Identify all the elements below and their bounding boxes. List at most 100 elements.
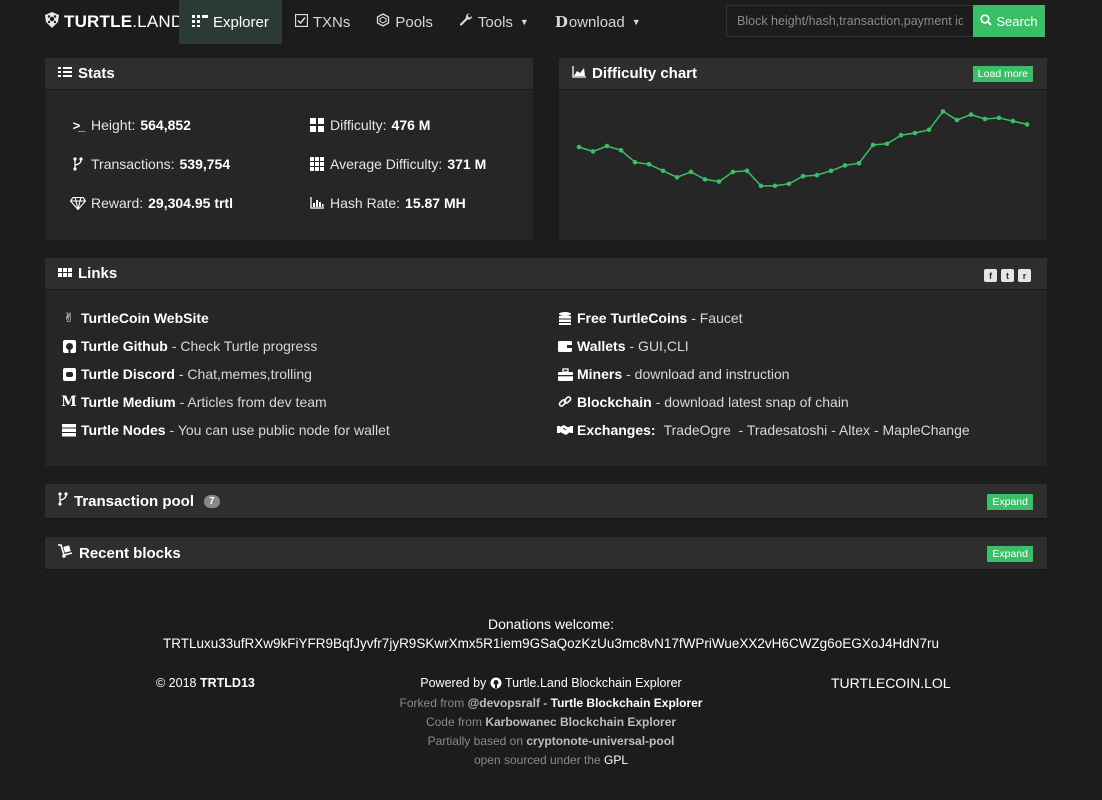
difficulty-point[interactable] <box>576 144 582 150</box>
link-desc: - download and instruction <box>626 366 790 382</box>
link-turtle-medium[interactable]: M Turtle Medium - Articles from dev team <box>61 394 326 410</box>
link-turtle-github[interactable]: Turtle Github - Check Turtle progress <box>61 338 317 354</box>
link-blockchain[interactable]: Blockchain - download latest snap of cha… <box>557 394 849 410</box>
search-button-label: Search <box>996 13 1038 29</box>
nav-tools[interactable]: Tools ▼ <box>446 0 542 44</box>
link-desc: - Chat,memes,trolling <box>178 366 312 382</box>
partially-link[interactable]: cryptonote-universal-pool <box>526 734 674 748</box>
difficulty-point[interactable] <box>996 115 1002 121</box>
code-from-link[interactable]: Karbowanec Blockchain Explorer <box>485 715 676 729</box>
difficulty-point[interactable] <box>940 109 946 114</box>
difficulty-point[interactable] <box>688 169 694 175</box>
th-large-icon <box>309 118 325 132</box>
difficulty-point[interactable] <box>618 148 624 153</box>
difficulty-point[interactable] <box>898 132 904 138</box>
difficulty-point[interactable] <box>772 183 778 189</box>
link-title: Turtle Nodes <box>81 422 166 438</box>
link-icon <box>557 395 573 409</box>
nav-explorer-label: Explorer <box>213 13 269 31</box>
nav-pools[interactable]: Pools <box>363 0 446 44</box>
load-more-button[interactable]: Load more <box>972 66 1033 82</box>
link-desc: - You can use public node for wallet <box>169 422 390 438</box>
difficulty-point[interactable] <box>1010 118 1016 124</box>
difficulty-point[interactable] <box>926 127 932 133</box>
difficulty-point[interactable] <box>856 160 862 166</box>
transaction-pool-title: Transaction pool <box>74 492 195 510</box>
difficulty-point[interactable] <box>730 169 736 175</box>
reddit-icon[interactable]: r <box>1018 269 1031 282</box>
license-label: open sourced under the <box>473 753 601 767</box>
difficulty-point[interactable] <box>800 173 806 179</box>
difficulty-point[interactable] <box>590 149 596 154</box>
link-title: Turtle Medium <box>81 394 176 410</box>
difficulty-point[interactable] <box>954 117 960 123</box>
difficulty-point[interactable] <box>604 143 610 149</box>
difficulty-point[interactable] <box>912 130 918 136</box>
difficulty-point[interactable] <box>814 172 820 178</box>
nav-download[interactable]: D ownload ▼ <box>542 0 654 44</box>
difficulty-point[interactable] <box>646 162 652 167</box>
link-title: Miners <box>577 366 623 382</box>
forked-user-link[interactable]: @devopsralf <box>468 696 540 710</box>
stat-difficulty-label: Difficulty: <box>330 117 387 133</box>
difficulty-point[interactable] <box>870 142 876 148</box>
expand-pool-button[interactable]: Expand <box>987 494 1033 510</box>
difficulty-point[interactable] <box>884 141 890 147</box>
stat-reward-value: 29,304.95 trtl <box>148 195 233 211</box>
difficulty-point[interactable] <box>716 179 722 184</box>
license-link[interactable]: GPL <box>604 753 628 767</box>
difficulty-point[interactable] <box>758 183 764 189</box>
coins-icon <box>557 311 573 325</box>
link-desc: - GUI,CLI <box>629 338 689 354</box>
difficulty-point[interactable] <box>982 116 988 122</box>
nav-txns[interactable]: TXNs <box>282 0 364 44</box>
stat-avg-difficulty: Average Difficulty: 371 M <box>309 156 486 172</box>
link-desc: - download latest snap of chain <box>655 394 849 410</box>
code-fork-icon <box>70 157 86 171</box>
difficulty-point[interactable] <box>744 168 750 174</box>
powered-by-link[interactable]: Turtle.Land Blockchain Explorer <box>505 676 682 690</box>
link-exchanges[interactable]: Exchanges: TradeOgre - Tradesatoshi - Al… <box>557 422 970 438</box>
nav-pools-label: Pools <box>395 13 433 31</box>
search-button[interactable]: Search <box>973 5 1045 37</box>
powered-by-label: Powered by <box>420 676 487 690</box>
difficulty-point[interactable] <box>660 168 666 174</box>
nav-explorer[interactable]: Explorer <box>179 0 282 44</box>
difficulty-point[interactable] <box>1024 122 1030 127</box>
diamond-icon <box>70 196 86 210</box>
discord-icon <box>61 367 77 381</box>
donations-label: Donations welcome: <box>487 616 615 632</box>
link-turtle-nodes[interactable]: Turtle Nodes - You can use public node f… <box>61 422 390 438</box>
twitter-icon[interactable]: t <box>1001 269 1014 282</box>
link-turtlecoin-website[interactable]: ✌ TurtleCoin WebSite <box>61 310 213 326</box>
difficulty-point[interactable] <box>786 181 792 187</box>
difficulty-point[interactable] <box>968 112 974 117</box>
facebook-icon[interactable]: f <box>984 269 997 282</box>
link-wallets[interactable]: Wallets - GUI,CLI <box>557 338 689 354</box>
forked-project-link[interactable]: Turtle Blockchain Explorer <box>551 696 703 710</box>
stat-transactions-value: 539,754 <box>179 156 231 172</box>
dolly-icon <box>58 544 73 562</box>
turtlecoin-lol-link[interactable]: TURTLECOIN.LOL <box>831 675 951 691</box>
difficulty-chart-header: Difficulty chart Load more <box>559 58 1047 90</box>
difficulty-point[interactable] <box>674 175 680 180</box>
link-free-turtlecoins[interactable]: Free TurtleCoins - Faucet <box>557 310 743 326</box>
link-miners[interactable]: Miners - download and instruction <box>557 366 790 382</box>
difficulty-point[interactable] <box>828 168 834 174</box>
th-icon <box>58 265 72 282</box>
transaction-pool-header: Transaction pool 7 Expand <box>45 484 1047 519</box>
github-icon <box>490 677 502 692</box>
difficulty-point[interactable] <box>702 177 708 182</box>
difficulty-point[interactable] <box>632 159 638 165</box>
link-turtle-discord[interactable]: Turtle Discord - Chat,memes,trolling <box>61 366 312 382</box>
search-input[interactable] <box>726 5 974 37</box>
stat-difficulty: Difficulty: 476 M <box>309 117 430 133</box>
navbar: TURTLE.LAND Explorer TXNs Pools Tools ▼ … <box>0 0 1102 44</box>
code-fork-icon <box>58 492 68 510</box>
brand-logo[interactable]: TURTLE.LAND <box>44 0 183 44</box>
link-desc: TradeOgre - Tradesatoshi - Altex - Maple… <box>663 422 970 438</box>
expand-recent-blocks-button[interactable]: Expand <box>987 546 1033 562</box>
link-desc: - Check Turtle progress <box>171 338 318 354</box>
difficulty-point[interactable] <box>842 163 848 168</box>
handshake-icon <box>557 424 573 436</box>
